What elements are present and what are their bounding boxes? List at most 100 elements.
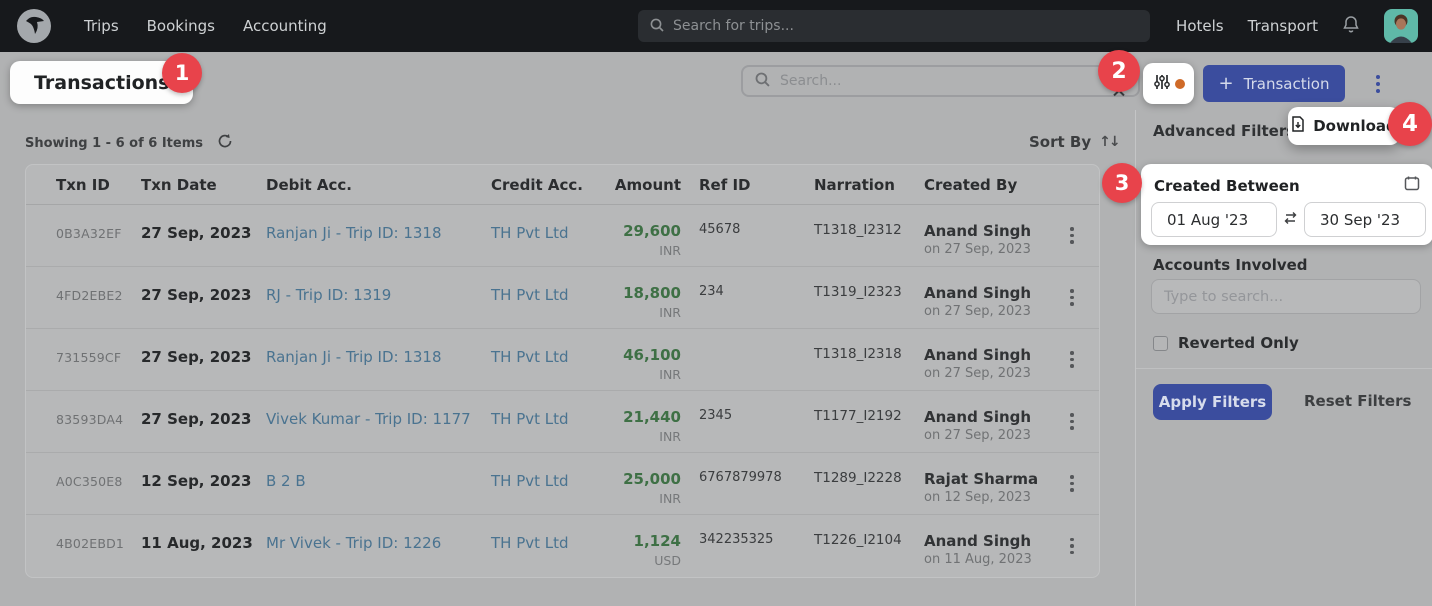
col-credit-acc: Credit Acc. <box>491 165 609 204</box>
credit-account-link[interactable]: TH Pvt Ltd <box>491 453 609 514</box>
accounts-involved-input[interactable] <box>1151 279 1421 314</box>
debit-account-link[interactable]: Mr Vivek - Trip ID: 1226 <box>266 515 491 577</box>
table-row[interactable]: A0C350E8 12 Sep, 2023 B 2 B TH Pvt Ltd 2… <box>26 453 1099 515</box>
col-amount: Amount <box>609 165 681 204</box>
row-actions-menu[interactable] <box>1057 391 1087 452</box>
debit-account-link[interactable]: Ranjan Ji - Trip ID: 1318 <box>266 329 491 390</box>
debit-account-link[interactable]: B 2 B <box>266 453 491 514</box>
row-actions-menu[interactable] <box>1057 329 1087 390</box>
txn-id: 4FD2EBE2 <box>56 267 141 328</box>
filter-active-dot <box>1175 79 1185 89</box>
debit-account-link[interactable]: Ranjan Ji - Trip ID: 1318 <box>266 205 491 266</box>
sort-by-label: Sort By <box>1029 133 1091 151</box>
add-transaction-label: Transaction <box>1244 75 1330 93</box>
credit-account-link[interactable]: TH Pvt Ltd <box>491 515 609 577</box>
row-actions-menu[interactable] <box>1057 453 1087 514</box>
txn-date: 27 Sep, 2023 <box>141 391 266 452</box>
download-label: Download <box>1313 117 1397 135</box>
table-header-row: Txn ID Txn Date Debit Acc. Credit Acc. A… <box>26 165 1099 205</box>
ref-id: 45678 <box>681 205 814 266</box>
amount: 18,800 <box>609 284 681 302</box>
col-txn-id: Txn ID <box>56 165 141 204</box>
credit-account-link[interactable]: TH Pvt Ltd <box>491 267 609 328</box>
col-created-by: Created By <box>924 165 1057 204</box>
currency: INR <box>609 429 681 444</box>
created-by-name: Rajat Sharma <box>924 470 1057 488</box>
txn-id: A0C350E8 <box>56 453 141 514</box>
apply-filters-button[interactable]: Apply Filters <box>1153 384 1272 420</box>
col-debit-acc: Debit Acc. <box>266 165 491 204</box>
txn-id: 4B02EBD1 <box>56 515 141 577</box>
nav-item-hotels[interactable]: Hotels <box>1176 17 1224 35</box>
nav-item-trips[interactable]: Trips <box>84 17 119 35</box>
panel-divider <box>1136 368 1432 369</box>
nav-item-accounting[interactable]: Accounting <box>243 17 327 35</box>
reverted-only-checkbox[interactable] <box>1153 336 1168 351</box>
credit-account-link[interactable]: TH Pvt Ltd <box>491 391 609 452</box>
more-actions-menu-button[interactable] <box>1366 65 1390 102</box>
row-actions-menu[interactable] <box>1057 205 1087 266</box>
download-file-icon <box>1291 116 1305 136</box>
nav-item-bookings[interactable]: Bookings <box>147 17 215 35</box>
currency: INR <box>609 243 681 258</box>
sort-by-control[interactable]: Sort By ↑↓ <box>1029 133 1119 151</box>
created-between-section: Created Between <box>1141 164 1432 245</box>
tour-step-2-badge: 2 <box>1098 50 1140 92</box>
txn-id: 83593DA4 <box>56 391 141 452</box>
row-actions-menu[interactable] <box>1057 267 1087 328</box>
debit-account-link[interactable]: RJ - Trip ID: 1319 <box>266 267 491 328</box>
search-icon <box>650 17 664 36</box>
add-transaction-button[interactable]: + Transaction <box>1203 65 1345 102</box>
created-on-date: on 27 Sep, 2023 <box>924 304 1057 319</box>
accounts-involved-label: Accounts Involved <box>1153 256 1308 274</box>
reverted-only-label: Reverted Only <box>1178 334 1299 352</box>
refresh-icon[interactable] <box>217 133 233 153</box>
currency: USD <box>609 553 681 568</box>
currency: INR <box>609 367 681 382</box>
download-menu-item[interactable]: Download <box>1288 107 1400 145</box>
global-search-input[interactable]: Search for trips... <box>638 10 1150 42</box>
reset-filters-button[interactable]: Reset Filters <box>1304 392 1411 410</box>
currency: INR <box>609 491 681 506</box>
debit-account-link[interactable]: Vivek Kumar - Trip ID: 1177 <box>266 391 491 452</box>
created-between-label: Created Between <box>1154 177 1300 195</box>
top-navbar: Trips Bookings Accounting Search for tri… <box>0 0 1432 52</box>
tour-step-3-badge: 3 <box>1102 163 1142 203</box>
brand-logo-icon[interactable] <box>16 8 52 44</box>
transactions-search-input[interactable] <box>780 73 1080 89</box>
col-narration: Narration <box>814 165 924 204</box>
transactions-table: Txn ID Txn Date Debit Acc. Credit Acc. A… <box>25 164 1100 578</box>
table-row[interactable]: 4B02EBD1 11 Aug, 2023 Mr Vivek - Trip ID… <box>26 515 1099 577</box>
created-on-date: on 12 Sep, 2023 <box>924 490 1057 505</box>
txn-date: 11 Aug, 2023 <box>141 515 266 577</box>
advanced-filters-panel: Advanced Filters Created Between Account… <box>1135 110 1432 606</box>
calendar-icon[interactable] <box>1404 175 1420 195</box>
date-from-input[interactable] <box>1151 202 1277 237</box>
ref-id: 234 <box>681 267 814 328</box>
amount: 1,124 <box>609 532 681 550</box>
credit-account-link[interactable]: TH Pvt Ltd <box>491 329 609 390</box>
transactions-search[interactable] <box>741 65 1140 97</box>
amount: 21,440 <box>609 408 681 426</box>
advanced-filters-title: Advanced Filters <box>1153 122 1295 140</box>
table-row[interactable]: 0B3A32EF 27 Sep, 2023 Ranjan Ji - Trip I… <box>26 205 1099 267</box>
table-row[interactable]: 4FD2EBE2 27 Sep, 2023 RJ - Trip ID: 1319… <box>26 267 1099 329</box>
created-on-date: on 27 Sep, 2023 <box>924 242 1057 257</box>
amount: 46,100 <box>609 346 681 364</box>
date-to-input[interactable] <box>1304 202 1426 237</box>
credit-account-link[interactable]: TH Pvt Ltd <box>491 205 609 266</box>
table-row[interactable]: 83593DA4 27 Sep, 2023 Vivek Kumar - Trip… <box>26 391 1099 453</box>
created-by-name: Anand Singh <box>924 408 1057 426</box>
notification-bell-icon[interactable] <box>1342 15 1360 38</box>
search-icon <box>755 72 770 91</box>
nav-item-transport[interactable]: Transport <box>1248 17 1318 35</box>
showing-count-label: Showing 1 - 6 of 6 Items <box>25 136 203 151</box>
app-screen: Trips Bookings Accounting Search for tri… <box>0 0 1432 606</box>
table-row[interactable]: 731559CF 27 Sep, 2023 Ranjan Ji - Trip I… <box>26 329 1099 391</box>
ref-id: 342235325 <box>681 515 814 577</box>
row-actions-menu[interactable] <box>1057 515 1087 577</box>
swap-dates-icon[interactable] <box>1283 210 1298 229</box>
user-avatar[interactable] <box>1384 9 1418 43</box>
advanced-filters-button[interactable] <box>1143 63 1194 104</box>
sort-arrows-icon: ↑↓ <box>1099 134 1118 150</box>
